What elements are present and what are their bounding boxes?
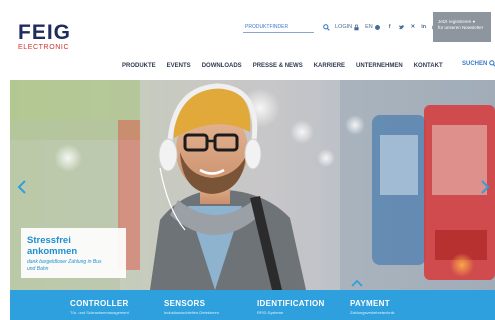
category-bar: CONTROLLER Tür- und Schrankenmanagement …	[10, 290, 495, 320]
hero-caption[interactable]: Stressfrei ankommen dank bargeldloser Za…	[21, 228, 126, 278]
category-title: CONTROLLER	[70, 299, 129, 308]
search-button[interactable]: SUCHEN	[462, 60, 495, 67]
arrow-right-icon: ●	[472, 19, 476, 24]
xing-icon[interactable]: ✕	[411, 24, 416, 30]
search-icon	[489, 60, 495, 67]
category-subtitle: Induktionsschleifen-Detektoren	[164, 310, 219, 315]
newsletter-signup-button[interactable]: Jetzt registrieren ● für unseren Newslet…	[433, 12, 491, 42]
nav-item-events[interactable]: EVENTS	[167, 63, 191, 69]
globe-icon	[374, 24, 380, 30]
category-payment[interactable]: PAYMENT Zahlungsverkehrstechnik	[350, 299, 394, 315]
category-subtitle: RFID-Systeme	[257, 310, 284, 315]
logo-wordmark: FEIG	[18, 21, 72, 44]
newsletter-line2: für unseren Newsletter	[438, 25, 484, 30]
page: FEIG ELECTRONIC PRODUKTFINDER LOGIN EN f…	[10, 8, 495, 320]
nav-item-produkte[interactable]: PRODUKTE	[122, 63, 156, 69]
lock-icon	[354, 24, 359, 30]
nav-item-karriere[interactable]: KARRIERE	[314, 63, 345, 69]
utility-links: LOGIN EN f ✕ in	[318, 23, 439, 31]
category-subtitle: Zahlungsverkehrstechnik	[350, 310, 395, 315]
facebook-icon[interactable]: f	[389, 24, 391, 30]
login-label: LOGIN	[335, 24, 353, 30]
logo-subline: ELECTRONIC	[18, 44, 70, 51]
nav-item-downloads[interactable]: DOWNLOADS	[202, 63, 242, 69]
category-subtitle: Tür- und Schrankenmanagement	[70, 310, 129, 315]
category-controller[interactable]: CONTROLLER Tür- und Schrankenmanagement	[70, 299, 129, 315]
chevron-up-icon[interactable]	[351, 279, 363, 287]
twitter-icon[interactable]	[398, 24, 405, 31]
slider-prev-arrow[interactable]	[17, 180, 27, 194]
category-title: PAYMENT	[350, 299, 390, 308]
category-sensors[interactable]: SENSORS Induktionsschleifen-Detektoren	[164, 299, 219, 315]
slider-next-arrow[interactable]	[480, 180, 490, 194]
login-link[interactable]: LOGIN	[335, 24, 360, 31]
nav-item-presse-news[interactable]: PRESSE & NEWS	[253, 63, 303, 69]
feig-logo[interactable]: FEIG ELECTRONIC	[18, 22, 71, 51]
product-finder-input[interactable]: PRODUKTFINDER	[243, 22, 314, 33]
language-label: EN	[365, 24, 373, 30]
main-navigation: PRODUKTE EVENTS DOWNLOADS PRESSE & NEWS …	[122, 60, 454, 72]
nav-item-kontakt[interactable]: KONTAKT	[414, 63, 443, 69]
hero-subtitle: dank bargeldloser Zahlung in Bus und Bah…	[27, 259, 102, 272]
search-icon[interactable]	[323, 23, 330, 31]
nav-item-unternehmen[interactable]: UNTERNEHMEN	[356, 63, 403, 69]
linkedin-icon[interactable]: in	[421, 24, 426, 30]
utility-bar: PRODUKTFINDER LOGIN EN f ✕ in	[243, 21, 439, 33]
search-label: SUCHEN	[462, 60, 488, 67]
newsletter-label: Jetzt registrieren	[438, 19, 472, 24]
category-title: SENSORS	[164, 299, 206, 308]
category-title: IDENTIFICATION	[257, 299, 325, 308]
hero-slider: Stressfrei ankommen dank bargeldloser Za…	[10, 80, 495, 290]
language-switch[interactable]: EN	[365, 24, 381, 31]
category-identification[interactable]: IDENTIFICATION RFID-Systeme	[257, 299, 325, 315]
hero-title: Stressfrei ankommen	[27, 235, 78, 257]
